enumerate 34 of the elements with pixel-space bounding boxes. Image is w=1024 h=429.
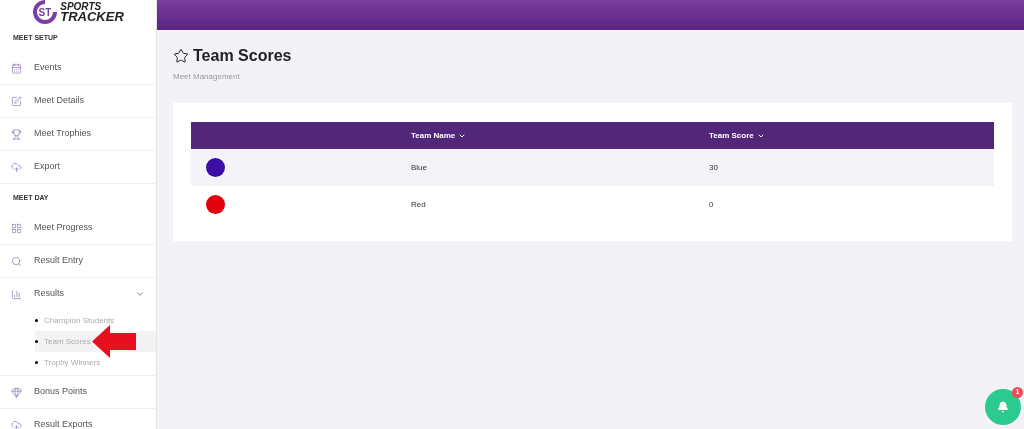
sidebar-item[interactable]: Export <box>0 151 156 183</box>
sidebar-item[interactable]: Meet Trophies <box>0 118 156 150</box>
bell-icon <box>997 401 1009 413</box>
trophy-icon <box>11 128 22 140</box>
calendar-icon <box>11 62 22 74</box>
column-header[interactable]: Team Name <box>411 129 467 142</box>
page-title: Team Scores <box>193 46 292 66</box>
bar-chart-icon <box>11 288 22 300</box>
edit-icon <box>11 95 22 107</box>
logo-text: SPORTS <box>60 2 103 12</box>
bullet-icon <box>35 340 38 343</box>
annotation-arrow-drawing <box>92 325 136 358</box>
table-cell: 0 <box>709 199 714 209</box>
search-icon <box>11 255 22 267</box>
diamond-icon <box>11 386 22 398</box>
page-subtitle: Meet Management <box>173 71 241 83</box>
grid-icon <box>11 222 22 234</box>
sidebar-item[interactable]: Results <box>0 278 156 310</box>
table-cell: Blue <box>411 162 427 172</box>
sidebar-item[interactable]: Meet Progress <box>0 212 156 244</box>
table-cell: 30 <box>709 162 718 172</box>
logo-text: TRACKER <box>60 12 124 22</box>
sidebar-item[interactable]: Events <box>0 52 156 84</box>
sidebar-item[interactable]: Result Entry <box>0 245 156 277</box>
star-icon <box>173 48 189 64</box>
table-cell: Red <box>411 199 426 209</box>
column-header[interactable]: Team Score <box>709 129 765 142</box>
sidebar-item[interactable]: Meet Details <box>0 85 156 117</box>
sidebar-item[interactable]: Result Exports <box>0 409 156 429</box>
sidebar-item[interactable]: Bonus Points <box>0 376 156 408</box>
bullet-icon <box>35 361 38 364</box>
cloud-upload-icon <box>11 419 22 429</box>
bullet-icon <box>35 319 38 322</box>
cloud-upload-icon <box>11 161 22 173</box>
